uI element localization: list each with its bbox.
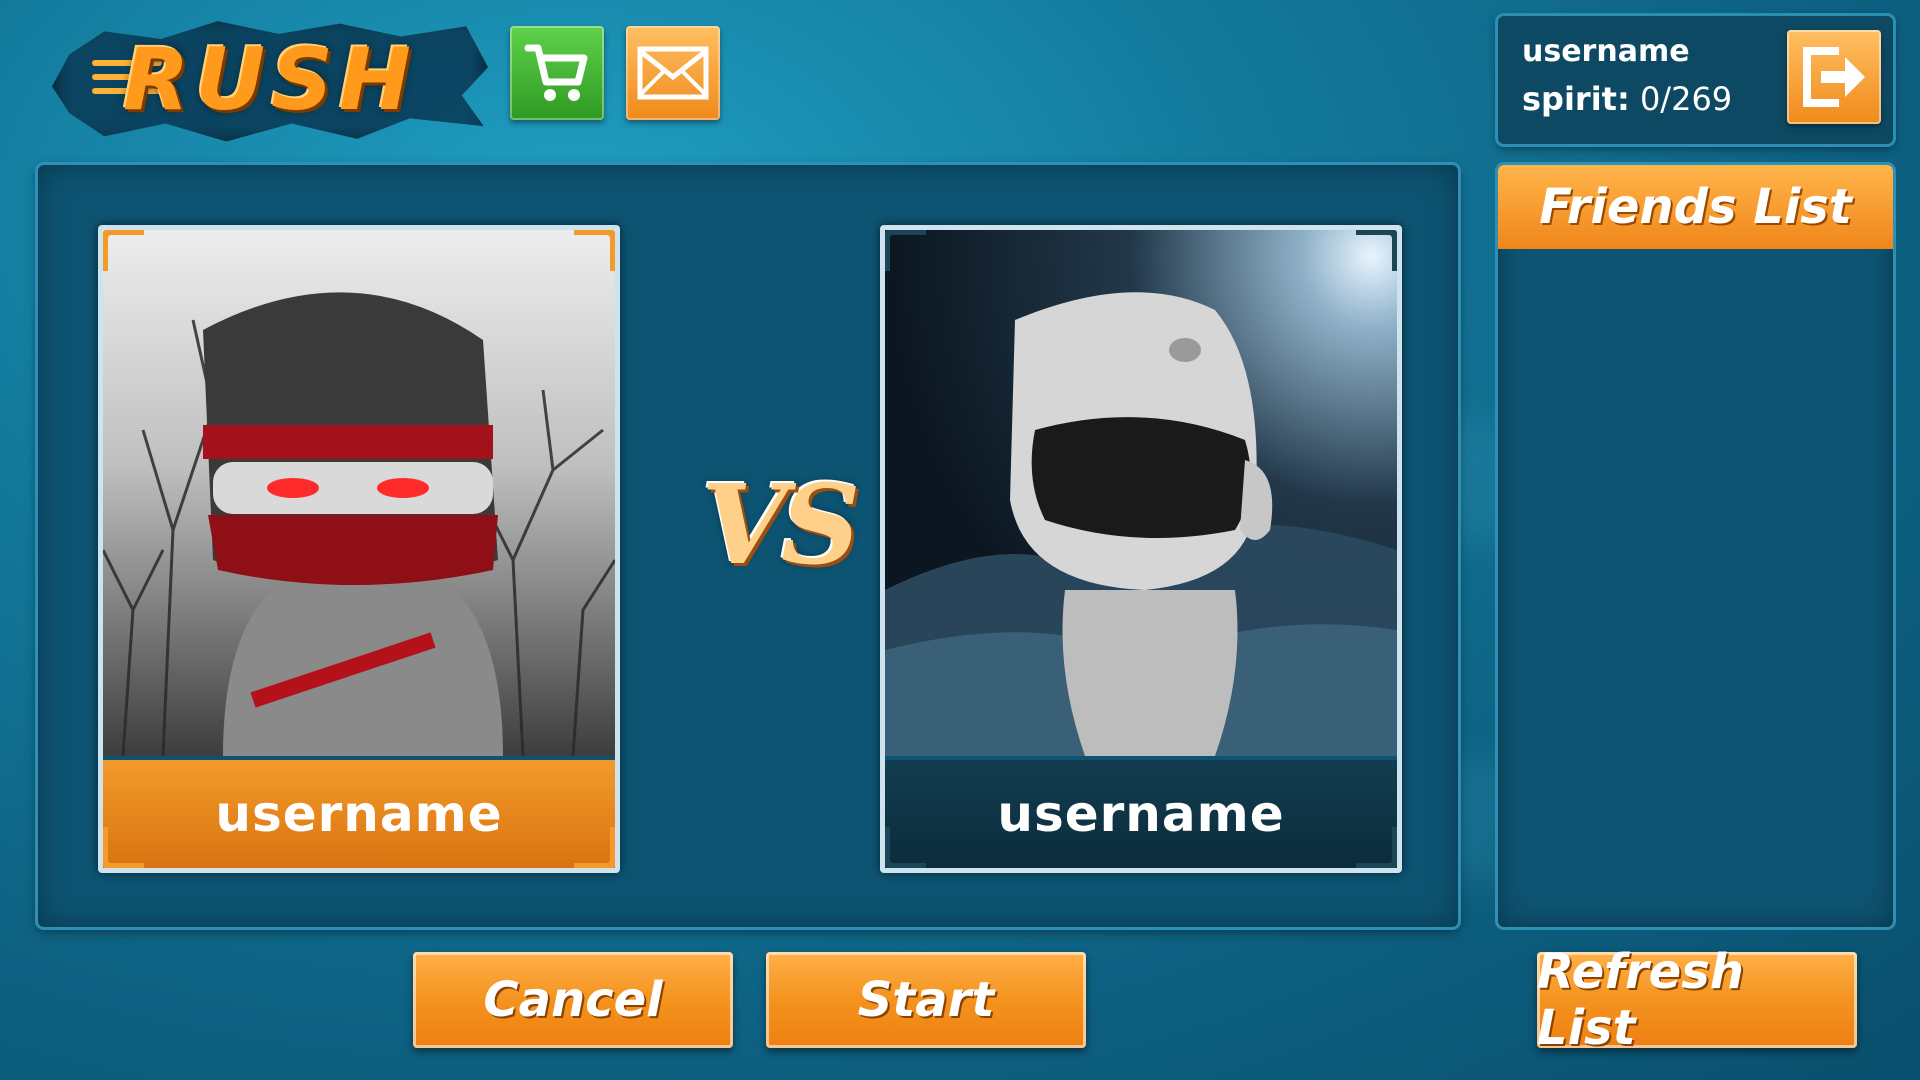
card-corner-ornament xyxy=(885,827,926,868)
start-button[interactable]: Start xyxy=(766,952,1086,1048)
cancel-button[interactable]: Cancel xyxy=(413,952,733,1048)
game-logo: RUSH xyxy=(52,16,488,144)
cart-icon xyxy=(524,44,588,101)
card-corner-ornament xyxy=(574,827,615,868)
mail-button[interactable] xyxy=(626,26,720,120)
card-corner-ornament xyxy=(574,230,615,271)
card-corner-ornament xyxy=(103,827,144,868)
user-name: username xyxy=(1522,34,1690,69)
player-card-left[interactable]: username xyxy=(98,225,620,873)
card-corner-ornament xyxy=(1356,827,1397,868)
refresh-list-button[interactable]: Refresh List xyxy=(1537,944,1857,1056)
versus-label: VS xyxy=(701,460,861,589)
player-card-right[interactable]: username xyxy=(880,225,1402,873)
friends-list-title: Friends List xyxy=(1498,165,1893,249)
user-info-panel: username spirit: 0/269 xyxy=(1498,16,1893,144)
spirit-label: spirit: xyxy=(1522,80,1630,118)
player-left-name: username xyxy=(103,760,615,868)
card-corner-ornament xyxy=(1356,230,1397,271)
player-right-name: username xyxy=(885,760,1397,868)
spirit-readout: spirit: 0/269 xyxy=(1522,80,1732,118)
exit-icon xyxy=(1803,47,1865,107)
ninja-illustration xyxy=(103,292,615,757)
friends-list-panel[interactable]: Friends List xyxy=(1498,165,1893,927)
card-corner-ornament xyxy=(103,230,144,271)
match-panel: username VS username xyxy=(38,165,1458,927)
logo-text: RUSH xyxy=(123,30,417,130)
card-corner-ornament xyxy=(885,230,926,271)
astronaut-illustration xyxy=(885,292,1397,756)
ninja-character-art xyxy=(103,230,615,757)
logout-button[interactable] xyxy=(1787,30,1881,124)
shop-button[interactable] xyxy=(510,26,604,120)
spirit-value: 0/269 xyxy=(1639,80,1733,118)
envelope-icon xyxy=(637,46,709,100)
astronaut-character-art xyxy=(885,230,1397,756)
